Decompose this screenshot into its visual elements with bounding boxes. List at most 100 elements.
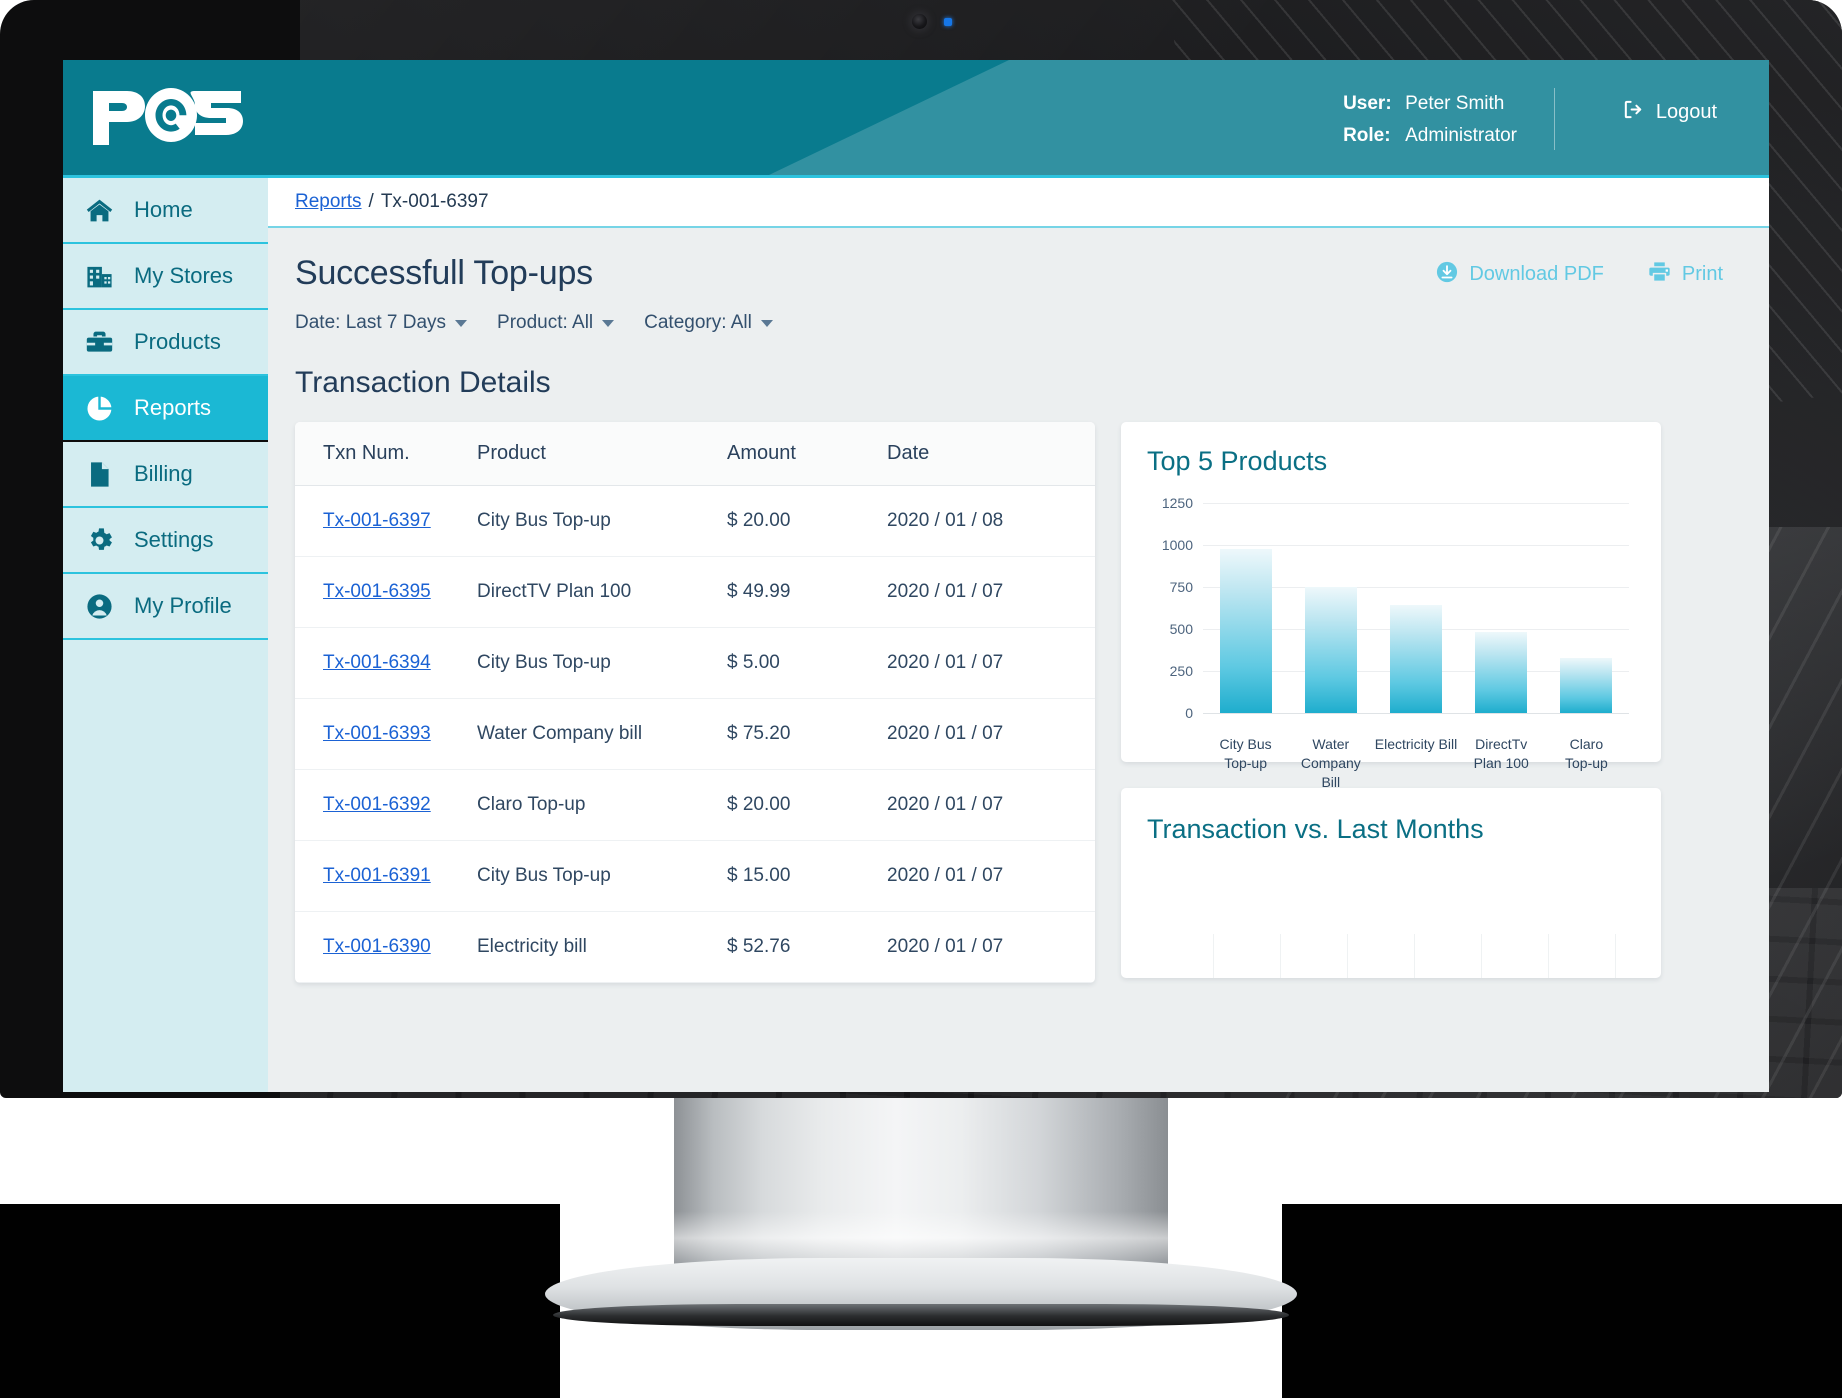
sidebar-item-label: My Stores (134, 263, 234, 288)
user-info: User: Peter Smith Role: Administrator (1343, 88, 1517, 152)
role-label: Role: (1343, 125, 1391, 146)
header-sheen (769, 60, 1769, 175)
top-products-bar-chart: 1250 1000 750 500 250 0 City Bus Top-up Water Com… (1147, 495, 1635, 790)
table-row[interactable]: Tx-001-6392 Claro Top-up $ 20.00 2020 / … (295, 769, 1095, 841)
breadcrumb-separator: / (368, 191, 374, 212)
y-axis-tick-label: 750 (1169, 579, 1193, 595)
filter-category[interactable]: Category: All (644, 312, 773, 334)
table-row[interactable]: Tx-001-6397 City Bus Top-up $ 20.00 2020… (295, 485, 1095, 557)
chart-bar-cell (1203, 503, 1288, 713)
filter-date[interactable]: Date: Last 7 Days (295, 312, 468, 334)
monitor-stand-base-shadow (553, 1304, 1289, 1326)
chevron-down-icon (760, 319, 773, 327)
txn-link[interactable]: Tx-001-6391 (323, 865, 431, 886)
role-name: Administrator (1405, 125, 1517, 146)
breadcrumb-current: Tx-001-6397 (380, 191, 489, 212)
y-axis-tick-label: 500 (1169, 621, 1193, 637)
chart-gridline (1203, 713, 1629, 714)
column-header-amount[interactable]: Amount (727, 422, 887, 486)
sidebar-item-my-stores[interactable]: My Stores (63, 244, 268, 310)
filter-product[interactable]: Product: All (497, 312, 615, 334)
breadcrumb: Reports / Tx-001-6397 (268, 178, 1769, 228)
webcam-led-icon (944, 18, 952, 26)
cell-amount: $ 20.00 (727, 769, 887, 841)
table-body: Tx-001-6397 City Bus Top-up $ 20.00 2020… (295, 485, 1095, 983)
column-header-date[interactable]: Date (887, 422, 1095, 486)
chevron-down-icon (455, 319, 468, 327)
y-axis-tick-label: 0 (1185, 705, 1193, 721)
y-axis-tick-label: 1250 (1161, 495, 1193, 511)
sidebar-item-reports[interactable]: Reports (63, 376, 268, 442)
table-row[interactable]: Tx-001-6393 Water Company bill $ 75.20 2… (295, 698, 1095, 770)
toolbox-icon (85, 328, 114, 357)
cell-product: City Bus Top-up (477, 627, 727, 699)
sidebar-item-label: Settings (134, 527, 214, 552)
print-button[interactable]: Print (1648, 260, 1723, 289)
content-area: Reports / Tx-001-6397 Successfull Top-up… (268, 178, 1769, 1092)
sidebar: Home My Stores Products Reports Billing … (63, 178, 268, 1092)
breadcrumb-reports-link[interactable]: Reports (295, 191, 362, 213)
table-row[interactable]: Tx-001-6391 City Bus Top-up $ 15.00 2020… (295, 840, 1095, 912)
txn-link[interactable]: Tx-001-6397 (323, 510, 431, 531)
home-icon (85, 196, 114, 225)
txn-link[interactable]: Tx-001-6393 (323, 723, 431, 744)
document-icon (85, 460, 114, 489)
x-axis-tick-label: Water Company Bill (1300, 736, 1361, 790)
chart-bar-cell (1544, 503, 1629, 713)
desk-shadow-left (0, 1204, 560, 1398)
chart-bar[interactable] (1219, 549, 1272, 713)
cell-amount: $ 20.00 (727, 485, 887, 557)
chart-bar[interactable] (1475, 631, 1528, 713)
transaction-table: Txn Num. Product Amount Date Tx-001-6397… (295, 422, 1095, 983)
transaction-vs-last-months-card: Transaction vs. Last Months (1121, 788, 1661, 978)
gear-icon (85, 526, 114, 555)
x-axis-tick-label: Electricity Bill (1374, 736, 1458, 752)
screen-viewport: User: Peter Smith Role: Administrator Lo… (63, 60, 1769, 1092)
chart-bar[interactable] (1390, 604, 1442, 713)
sidebar-item-my-profile[interactable]: My Profile (63, 574, 268, 640)
table-row[interactable]: Tx-001-6395 DirectTV Plan 100 $ 49.99 20… (295, 556, 1095, 628)
sidebar-item-label: Reports (134, 395, 212, 420)
screenshot-stage: User: Peter Smith Role: Administrator Lo… (0, 0, 1842, 1398)
sidebar-item-label: Products (134, 329, 221, 354)
pos-logo[interactable] (91, 85, 243, 151)
chart-bar-cell (1373, 503, 1458, 713)
pie-chart-icon (85, 394, 114, 423)
table-header-row: Txn Num. Product Amount Date (295, 422, 1095, 486)
chart-bars (1203, 503, 1629, 713)
webcam-icon (912, 14, 927, 29)
chart-bar[interactable] (1304, 587, 1357, 713)
cell-date: 2020 / 01 / 07 (887, 769, 1095, 841)
main-grid: Txn Num. Product Amount Date Tx-001-6397… (268, 400, 1769, 983)
sidebar-item-products[interactable]: Products (63, 310, 268, 376)
sidebar-item-label: Home (134, 197, 193, 222)
column-header-product[interactable]: Product (477, 422, 727, 486)
txn-link[interactable]: Tx-001-6392 (323, 794, 431, 815)
sidebar-item-settings[interactable]: Settings (63, 508, 268, 574)
filter-product-label: Product: All (497, 312, 594, 333)
cell-product: Electricity bill (477, 911, 727, 983)
cell-date: 2020 / 01 / 07 (887, 840, 1095, 912)
print-label: Print (1681, 263, 1723, 285)
column-header-txn[interactable]: Txn Num. (295, 422, 477, 486)
txn-link[interactable]: Tx-001-6395 (323, 581, 431, 602)
cell-amount: $ 15.00 (727, 840, 887, 912)
txn-link[interactable]: Tx-001-6390 (323, 936, 431, 957)
x-axis-tick-label: City Bus Top-up (1219, 736, 1272, 771)
table-row[interactable]: Tx-001-6390 Electricity bill $ 52.76 202… (295, 911, 1095, 983)
sidebar-item-home[interactable]: Home (63, 178, 268, 244)
cell-date: 2020 / 01 / 07 (887, 556, 1095, 628)
building-icon (85, 262, 114, 291)
cell-date: 2020 / 01 / 08 (887, 485, 1095, 557)
cell-date: 2020 / 01 / 07 (887, 911, 1095, 983)
sidebar-item-billing[interactable]: Billing (63, 442, 268, 508)
logout-button[interactable]: Logout (1622, 98, 1717, 127)
cell-product: City Bus Top-up (477, 840, 727, 912)
download-circle-icon (1436, 261, 1458, 289)
txn-link[interactable]: Tx-001-6394 (323, 652, 431, 673)
chart-bar[interactable] (1560, 657, 1613, 713)
cell-product: Claro Top-up (477, 769, 727, 841)
top-products-card: Top 5 Products 1250 1000 750 500 250 0 City Bu… (1121, 422, 1661, 790)
table-row[interactable]: Tx-001-6394 City Bus Top-up $ 5.00 2020 … (295, 627, 1095, 699)
download-pdf-button[interactable]: Download PDF (1436, 260, 1604, 289)
